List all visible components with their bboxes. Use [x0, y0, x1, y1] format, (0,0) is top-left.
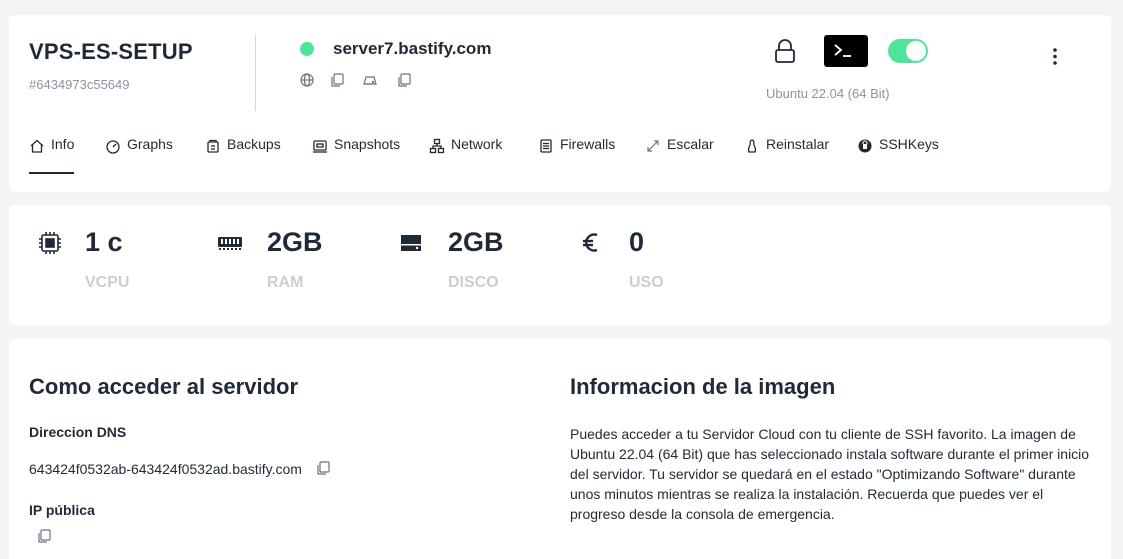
copy-icon[interactable] — [315, 460, 331, 476]
stat-value: 1 c — [85, 227, 123, 257]
expand-icon — [647, 140, 659, 152]
gauge-icon — [106, 140, 120, 154]
ip-label: IP pública — [29, 502, 95, 518]
linux-icon — [747, 139, 757, 153]
archive-icon — [207, 139, 219, 153]
tab-info[interactable]: Info — [29, 136, 75, 174]
tab-label: Reinstalar — [766, 136, 830, 152]
drive-icon[interactable] — [362, 72, 378, 88]
tab-label: Firewalls — [560, 136, 616, 152]
stat-value: 2GB — [267, 227, 323, 257]
server-stats-card: 1 c VCPU 2GB RAM 2GB DISCO 0 USO — [9, 205, 1111, 325]
stat-label: RAM — [267, 274, 304, 291]
lock-icon[interactable] — [773, 38, 797, 64]
header-divider — [255, 35, 256, 111]
copy-icon[interactable] — [396, 72, 412, 88]
tab-escalar[interactable]: Escalar — [645, 136, 714, 174]
copy-icon[interactable] — [329, 72, 345, 88]
server-name: VPS-ES-SETUP — [29, 39, 193, 64]
tab-label: Network — [451, 136, 503, 152]
tab-firewalls[interactable]: Firewalls — [538, 136, 615, 174]
tab-reinstalar[interactable]: Reinstalar — [744, 136, 829, 174]
access-title: Como acceder al servidor — [29, 374, 299, 399]
server-info-card: Como acceder al servidor Direccion DNS 6… — [9, 339, 1111, 559]
dns-label: Direccion DNS — [29, 424, 127, 440]
tab-snapshots[interactable]: Snapshots — [312, 136, 400, 174]
tab-label: Graphs — [127, 136, 173, 152]
stat-label: VCPU — [85, 274, 130, 291]
status-indicator — [300, 42, 314, 56]
stat-label: USO — [629, 274, 664, 291]
ram-icon — [218, 237, 242, 250]
server-os: Ubuntu 22.04 (64 Bit) — [766, 86, 890, 101]
tab-label: Backups — [227, 136, 281, 152]
disk-icon — [401, 235, 421, 251]
tab-label: Info — [51, 136, 75, 152]
globe-icon[interactable] — [299, 72, 315, 88]
tab-label: SSHKeys — [879, 136, 939, 152]
server-header-card: VPS-ES-SETUP #6434973c55649 server7.bast… — [9, 15, 1111, 192]
euro-icon — [583, 233, 598, 252]
dns-value: 643424f0532ab-643424f0532ad.bastify.com — [29, 461, 302, 477]
tab-label: Snapshots — [334, 136, 401, 152]
image-info-title: Informacion de la imagen — [570, 374, 836, 399]
more-options-icon[interactable] — [1049, 47, 1061, 67]
tab-sshkeys[interactable]: SSHKeys — [857, 136, 939, 174]
server-hostname: server7.bastify.com — [333, 39, 492, 58]
tab-network[interactable]: Network — [429, 136, 502, 174]
camera-icon — [313, 140, 327, 153]
home-icon — [30, 139, 44, 153]
terminal-icon[interactable] — [824, 35, 868, 67]
firewall-icon — [540, 139, 552, 153]
tab-label: Escalar — [667, 136, 714, 152]
tab-backups[interactable]: Backups — [205, 136, 281, 174]
image-info-paragraph: Puedes acceder a tu Servidor Cloud con t… — [570, 426, 1090, 522]
key-icon — [858, 139, 872, 153]
power-toggle[interactable] — [888, 39, 928, 63]
toggle-knob — [906, 41, 926, 61]
tab-graphs[interactable]: Graphs — [105, 136, 173, 174]
stat-value: 2GB — [448, 227, 504, 257]
stat-value: 0 — [629, 227, 645, 257]
copy-icon[interactable] — [36, 528, 52, 544]
stat-label: DISCO — [448, 274, 499, 291]
cpu-icon — [39, 232, 61, 254]
server-id: #6434973c55649 — [29, 77, 130, 92]
network-icon — [429, 138, 445, 154]
